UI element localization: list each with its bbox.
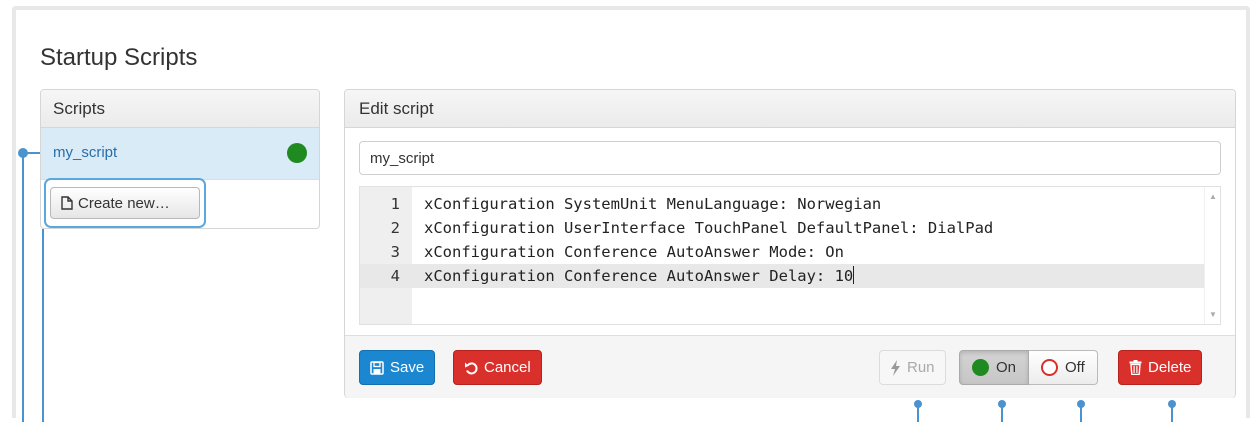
- code-text: xConfiguration Conference AutoAnswer Mod…: [424, 243, 844, 261]
- line-number: 3: [390, 243, 400, 261]
- delete-button[interactable]: Delete: [1118, 350, 1203, 385]
- green-circle-icon: [972, 359, 989, 376]
- code-text: xConfiguration SystemUnit MenuLanguage: …: [424, 195, 882, 213]
- delete-label: Delete: [1148, 359, 1192, 376]
- trash-icon: [1129, 360, 1142, 375]
- code-scrollbar[interactable]: ▲ ▼: [1204, 187, 1220, 324]
- lightning-icon: [891, 359, 900, 376]
- scripts-header: Scripts: [41, 90, 319, 128]
- callout-line: [1001, 404, 1003, 422]
- scroll-up-icon[interactable]: ▲: [1209, 192, 1217, 201]
- callout-line: [42, 229, 44, 422]
- code-line: 2 xConfiguration UserInterface TouchPane…: [360, 216, 1206, 240]
- line-number: 2: [390, 219, 400, 237]
- on-off-toggle: On Off: [959, 350, 1098, 385]
- status-on-icon: [287, 143, 307, 163]
- red-ring-icon: [1041, 359, 1059, 376]
- file-icon: [61, 196, 73, 210]
- script-name: my_script: [53, 144, 118, 161]
- script-name-input[interactable]: [359, 141, 1221, 175]
- text-cursor: [853, 266, 855, 284]
- line-number: 1: [390, 195, 400, 213]
- callout-line: [1080, 404, 1082, 422]
- line-number: 4: [390, 267, 400, 285]
- scroll-down-icon[interactable]: ▼: [1209, 310, 1217, 319]
- callout-line: [917, 404, 919, 422]
- page-title: Startup Scripts: [40, 44, 198, 71]
- code-text: xConfiguration Conference AutoAnswer Del…: [424, 267, 854, 285]
- on-button[interactable]: On: [959, 350, 1030, 385]
- edit-script-panel: Edit script 1 xConfiguration SystemUnit …: [344, 89, 1236, 398]
- code-line: 1 xConfiguration SystemUnit MenuLanguage…: [360, 192, 1206, 216]
- edit-script-footer: Save Cancel Run On Off Delete: [345, 335, 1235, 398]
- floppy-disk-icon: [370, 360, 384, 375]
- callout-line: [22, 152, 24, 422]
- callout-line: [1171, 404, 1173, 422]
- save-label: Save: [390, 359, 425, 376]
- cancel-button[interactable]: Cancel: [453, 350, 542, 385]
- edit-script-header: Edit script: [345, 90, 1235, 128]
- undo-icon: [465, 361, 478, 374]
- create-new-highlight: Create new…: [44, 178, 206, 228]
- off-label: Off: [1065, 359, 1085, 376]
- code-text: xConfiguration UserInterface TouchPanel …: [424, 219, 994, 237]
- callout-connector: [22, 152, 40, 154]
- code-text-with-cursor: xConfiguration Conference AutoAnswer Del…: [424, 264, 855, 288]
- create-new-button[interactable]: Create new…: [50, 187, 200, 219]
- code-editor[interactable]: 1 xConfiguration SystemUnit MenuLanguage…: [359, 186, 1221, 325]
- scripts-list-panel: Scripts my_script Create new…: [40, 89, 320, 229]
- code-line: 3 xConfiguration Conference AutoAnswer M…: [360, 240, 1206, 264]
- save-button[interactable]: Save: [359, 350, 436, 385]
- on-label: On: [996, 359, 1017, 376]
- script-list-item[interactable]: my_script: [41, 128, 319, 180]
- off-button[interactable]: Off: [1029, 350, 1098, 385]
- run-button[interactable]: Run: [879, 350, 946, 385]
- create-new-label: Create new…: [78, 194, 170, 212]
- run-label: Run: [907, 359, 935, 376]
- code-line-active: 4 xConfiguration Conference AutoAnswer D…: [360, 264, 1206, 288]
- cancel-label: Cancel: [484, 359, 531, 376]
